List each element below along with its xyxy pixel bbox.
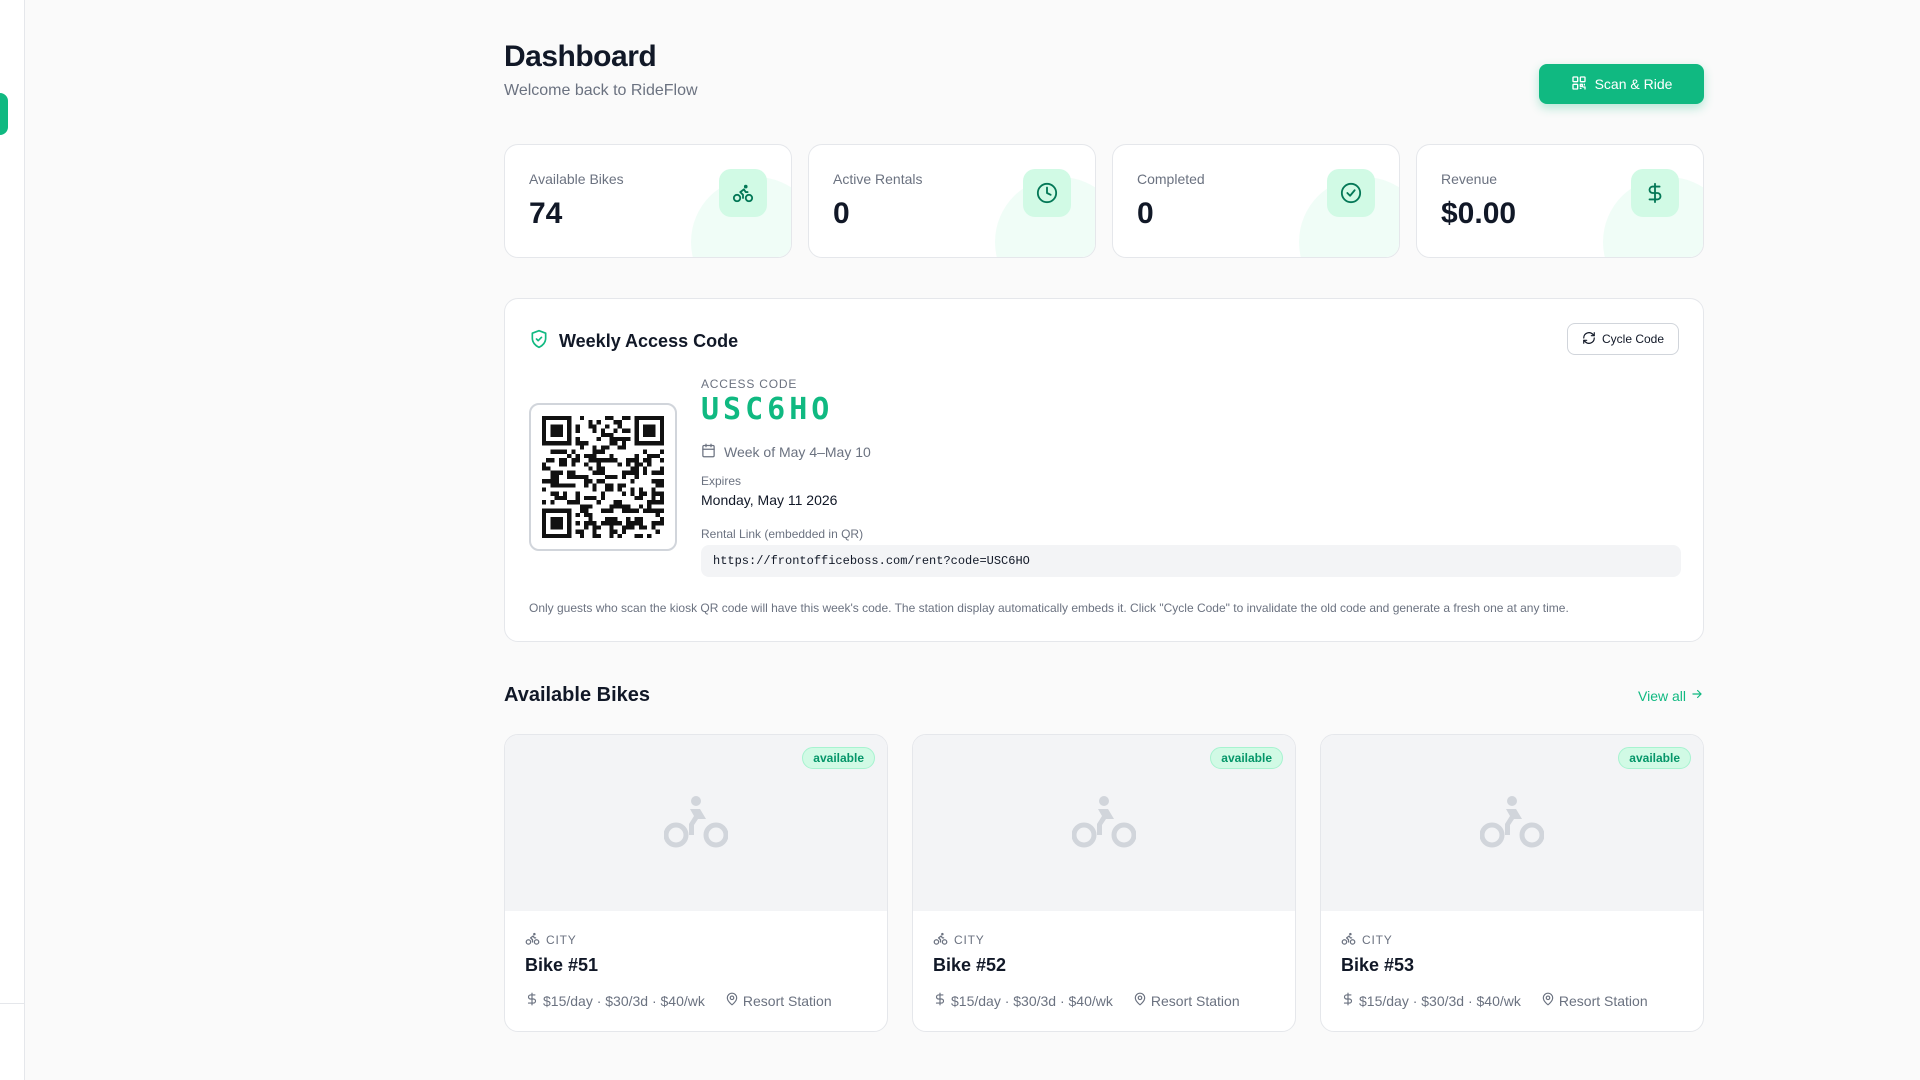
page-title: Dashboard [504, 40, 657, 73]
dollar-icon [1631, 169, 1679, 217]
bike-meta: $15/day · $30/3d · $40/wk Resort Station [1341, 992, 1648, 1009]
map-pin-icon [1541, 992, 1555, 1009]
bicycle-icon [663, 793, 729, 854]
status-badge: available [1210, 747, 1283, 769]
rental-link-field[interactable]: https://frontofficeboss.com/rent?code=US… [701, 545, 1681, 577]
stats-row: Available Bikes 74 Active Rentals 0 Comp… [504, 144, 1704, 258]
stat-value: 0 [833, 197, 850, 230]
bicycle-icon [525, 931, 540, 949]
qr-scan-icon [1571, 75, 1587, 94]
bike-card[interactable]: available CITY Bike #52 $15/day · $30/3d… [912, 734, 1296, 1032]
stat-card-active-rentals: Active Rentals 0 [808, 144, 1096, 258]
bicycle-icon [1479, 793, 1545, 854]
refresh-icon [1582, 331, 1596, 348]
stat-card-revenue: Revenue $0.00 [1416, 144, 1704, 258]
view-all-link[interactable]: View all [1638, 687, 1704, 704]
bicycle-icon [1071, 793, 1137, 854]
bike-type: CITY [525, 931, 577, 949]
expires-label: Expires [701, 474, 742, 488]
stat-label: Active Rentals [833, 171, 923, 187]
access-code-value: USC6HO [701, 392, 834, 427]
dollar-icon [525, 992, 539, 1009]
bikes-section-header: Available Bikes View all [504, 684, 1704, 708]
status-badge: available [1618, 747, 1691, 769]
week-range-text: Week of May 4–May 10 [724, 444, 871, 460]
shield-check-icon [529, 329, 549, 354]
rental-link-label: Rental Link (embedded in QR) [701, 527, 864, 541]
bike-name: Bike #52 [933, 955, 1007, 975]
stat-card-available-bikes: Available Bikes 74 [504, 144, 792, 258]
bike-pricing: $15/day · $30/3d · $40/wk [951, 992, 1113, 1009]
weekly-access-code-card: Weekly Access Code Cycle Code ACCESS COD… [504, 298, 1704, 642]
check-circle-icon [1327, 169, 1375, 217]
scan-ride-label: Scan & Ride [1594, 76, 1673, 92]
sidebar-active-item[interactable] [0, 93, 8, 135]
bike-type: CITY [933, 931, 985, 949]
sidebar-divider [0, 1003, 24, 1004]
arrow-right-icon [1690, 687, 1704, 704]
bike-type-label: CITY [1362, 933, 1393, 947]
scan-ride-button[interactable]: Scan & Ride [1539, 64, 1704, 104]
bike-name: Bike #53 [1341, 955, 1415, 975]
bike-pricing: $15/day · $30/3d · $40/wk [543, 992, 705, 1009]
bike-pricing: $15/day · $30/3d · $40/wk [1359, 992, 1521, 1009]
bike-type-label: CITY [954, 933, 985, 947]
bike-name: Bike #51 [525, 955, 599, 975]
bike-meta: $15/day · $30/3d · $40/wk Resort Station [933, 992, 1240, 1009]
stat-value: 74 [529, 197, 563, 230]
expires-value: Monday, May 11 2026 [701, 492, 838, 508]
cycle-code-label: Cycle Code [1601, 332, 1665, 346]
stat-label: Revenue [1441, 171, 1498, 187]
week-range: Week of May 4–May 10 [701, 443, 871, 461]
map-pin-icon [725, 992, 739, 1009]
bike-location: Resort Station [1558, 992, 1648, 1009]
code-card-title: Weekly Access Code [559, 331, 739, 351]
stat-label: Available Bikes [529, 171, 624, 187]
page-header: Dashboard Welcome back to RideFlow Scan … [504, 40, 1704, 110]
stat-value: 0 [1137, 197, 1154, 230]
stat-card-completed: Completed 0 [1112, 144, 1400, 258]
dollar-icon [933, 992, 947, 1009]
bike-location: Resort Station [1150, 992, 1240, 1009]
qr-code-image [542, 416, 664, 538]
cycle-code-button[interactable]: Cycle Code [1567, 323, 1679, 355]
bike-card[interactable]: available CITY Bike #51 $15/day · $30/3d… [504, 734, 888, 1032]
bicycle-icon [1341, 931, 1356, 949]
bikes-section-title: Available Bikes [504, 684, 651, 706]
access-code-note: Only guests who scan the kiosk QR code w… [529, 601, 1569, 615]
dollar-icon [1341, 992, 1355, 1009]
view-all-label: View all [1638, 687, 1686, 704]
code-title-row: Weekly Access Code [529, 329, 738, 354]
status-badge: available [802, 747, 875, 769]
bicycle-icon [933, 931, 948, 949]
map-pin-icon [1133, 992, 1147, 1009]
stat-label: Completed [1137, 171, 1205, 187]
page-subtitle: Welcome back to RideFlow [504, 82, 698, 99]
qr-code [529, 403, 677, 551]
bike-type-label: CITY [546, 933, 577, 947]
clock-icon [1023, 169, 1071, 217]
stat-value: $0.00 [1441, 197, 1517, 230]
bike-meta: $15/day · $30/3d · $40/wk Resort Station [525, 992, 832, 1009]
bicycle-icon [719, 169, 767, 217]
bike-card[interactable]: available CITY Bike #53 $15/day · $30/3d… [1320, 734, 1704, 1032]
bike-type: CITY [1341, 931, 1393, 949]
calendar-icon [701, 443, 716, 461]
bike-location: Resort Station [742, 992, 832, 1009]
bikes-grid: available CITY Bike #51 $15/day · $30/3d… [504, 734, 1704, 1032]
access-code-label: ACCESS CODE [701, 377, 798, 391]
sidebar [0, 0, 25, 1080]
